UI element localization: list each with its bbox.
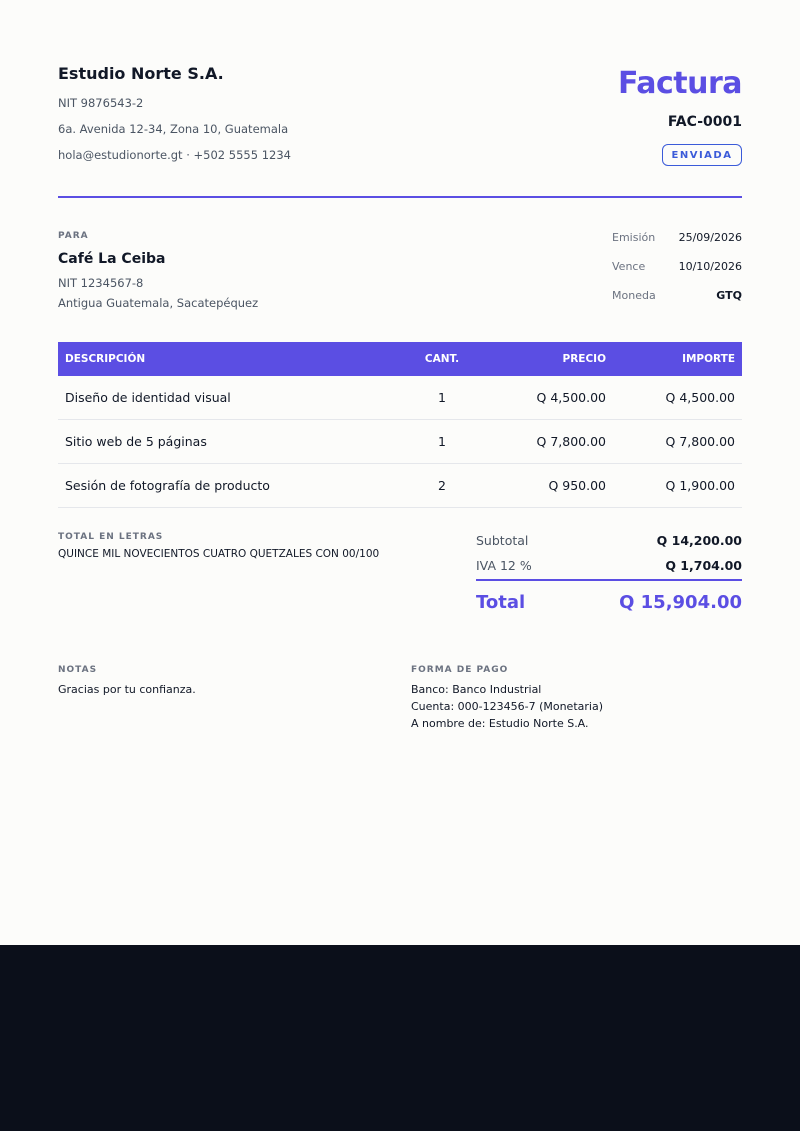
table-row: Sesión de fotografía de producto 2 Q 950… xyxy=(58,463,742,508)
total-row: Total Q 15,904.00 xyxy=(476,592,742,613)
row-quantity: 2 xyxy=(395,463,489,508)
company-address: 6a. Avenida 12-34, Zona 10, Guatemala xyxy=(58,122,289,136)
client-nit: NIT 1234567-8 xyxy=(58,276,144,290)
row-description: Sitio web de 5 páginas xyxy=(58,419,395,464)
tax-value: Q 1,704.00 xyxy=(665,558,742,573)
payment-method-label: FORMA DE PAGO xyxy=(411,665,509,675)
currency-label: Moneda xyxy=(612,289,656,302)
total-value: Q 15,904.00 xyxy=(619,592,742,613)
due-date-label: Vence xyxy=(612,260,646,273)
total-divider xyxy=(476,579,742,581)
invoice-page: Estudio Norte S.A. NIT 9876543-2 6a. Ave… xyxy=(0,0,800,945)
status-badge: ENVIADA xyxy=(662,144,742,166)
table-row: Diseño de identidad visual 1 Q 4,500.00 … xyxy=(58,376,742,420)
header-amount: IMPORTE xyxy=(613,342,742,376)
bottom-dark-area xyxy=(0,945,800,1131)
header-description: DESCRIPCIÓN xyxy=(58,342,395,376)
payment-holder: A nombre de: Estudio Norte S.A. xyxy=(411,717,589,730)
currency-value: GTQ xyxy=(716,289,742,302)
row-price: Q 950.00 xyxy=(489,463,613,508)
client-section-label: PARA xyxy=(58,231,89,241)
subtotal-row: Subtotal Q 14,200.00 xyxy=(476,533,742,548)
tax-label: IVA 12 % xyxy=(476,558,532,573)
payment-bank: Banco: Banco Industrial xyxy=(411,683,542,696)
row-quantity: 1 xyxy=(395,419,489,464)
issue-date-value: 25/09/2026 xyxy=(678,231,742,244)
amount-in-words-value: QUINCE MIL NOVECIENTOS CUATRO QUETZALES … xyxy=(58,548,380,560)
notes-text: Gracias por tu confianza. xyxy=(58,683,196,696)
client-address: Antigua Guatemala, Sacatepéquez xyxy=(58,296,259,310)
header-quantity: CANT. xyxy=(395,342,489,376)
company-contact: hola@estudionorte.gt · +502 5555 1234 xyxy=(58,148,291,162)
notes-label: NOTAS xyxy=(58,665,98,675)
row-description: Sesión de fotografía de producto xyxy=(58,463,395,508)
client-name: Café La Ceiba xyxy=(58,251,166,267)
row-quantity: 1 xyxy=(395,376,489,420)
tax-row: IVA 12 % Q 1,704.00 xyxy=(476,558,742,573)
company-nit: NIT 9876543-2 xyxy=(58,96,144,110)
header-divider xyxy=(58,196,742,198)
issue-date-label: Emisión xyxy=(612,231,656,244)
row-amount: Q 7,800.00 xyxy=(613,419,742,464)
subtotal-label: Subtotal xyxy=(476,533,529,548)
row-amount: Q 4,500.00 xyxy=(613,376,742,420)
currency-row: Moneda GTQ xyxy=(612,289,742,302)
total-label: Total xyxy=(476,592,526,613)
row-description: Diseño de identidad visual xyxy=(58,376,395,420)
company-name: Estudio Norte S.A. xyxy=(58,64,224,83)
subtotal-value: Q 14,200.00 xyxy=(656,533,742,548)
due-date-value: 10/10/2026 xyxy=(678,260,742,273)
amount-in-words-label: TOTAL EN LETRAS xyxy=(58,532,164,542)
due-date-row: Vence 10/10/2026 xyxy=(612,260,742,273)
header-price: PRECIO xyxy=(489,342,613,376)
payment-account: Cuenta: 000-123456-7 (Monetaria) xyxy=(411,700,603,713)
issue-date-row: Emisión 25/09/2026 xyxy=(612,231,742,244)
row-price: Q 4,500.00 xyxy=(489,376,613,420)
line-items-table: DESCRIPCIÓN CANT. PRECIO IMPORTE Diseño … xyxy=(58,342,742,508)
invoice-number: FAC-0001 xyxy=(667,114,742,130)
document-title: Factura xyxy=(618,66,743,101)
row-price: Q 7,800.00 xyxy=(489,419,613,464)
row-amount: Q 1,900.00 xyxy=(613,463,742,508)
table-row: Sitio web de 5 páginas 1 Q 7,800.00 Q 7,… xyxy=(58,419,742,464)
table-header-row: DESCRIPCIÓN CANT. PRECIO IMPORTE xyxy=(58,342,742,376)
